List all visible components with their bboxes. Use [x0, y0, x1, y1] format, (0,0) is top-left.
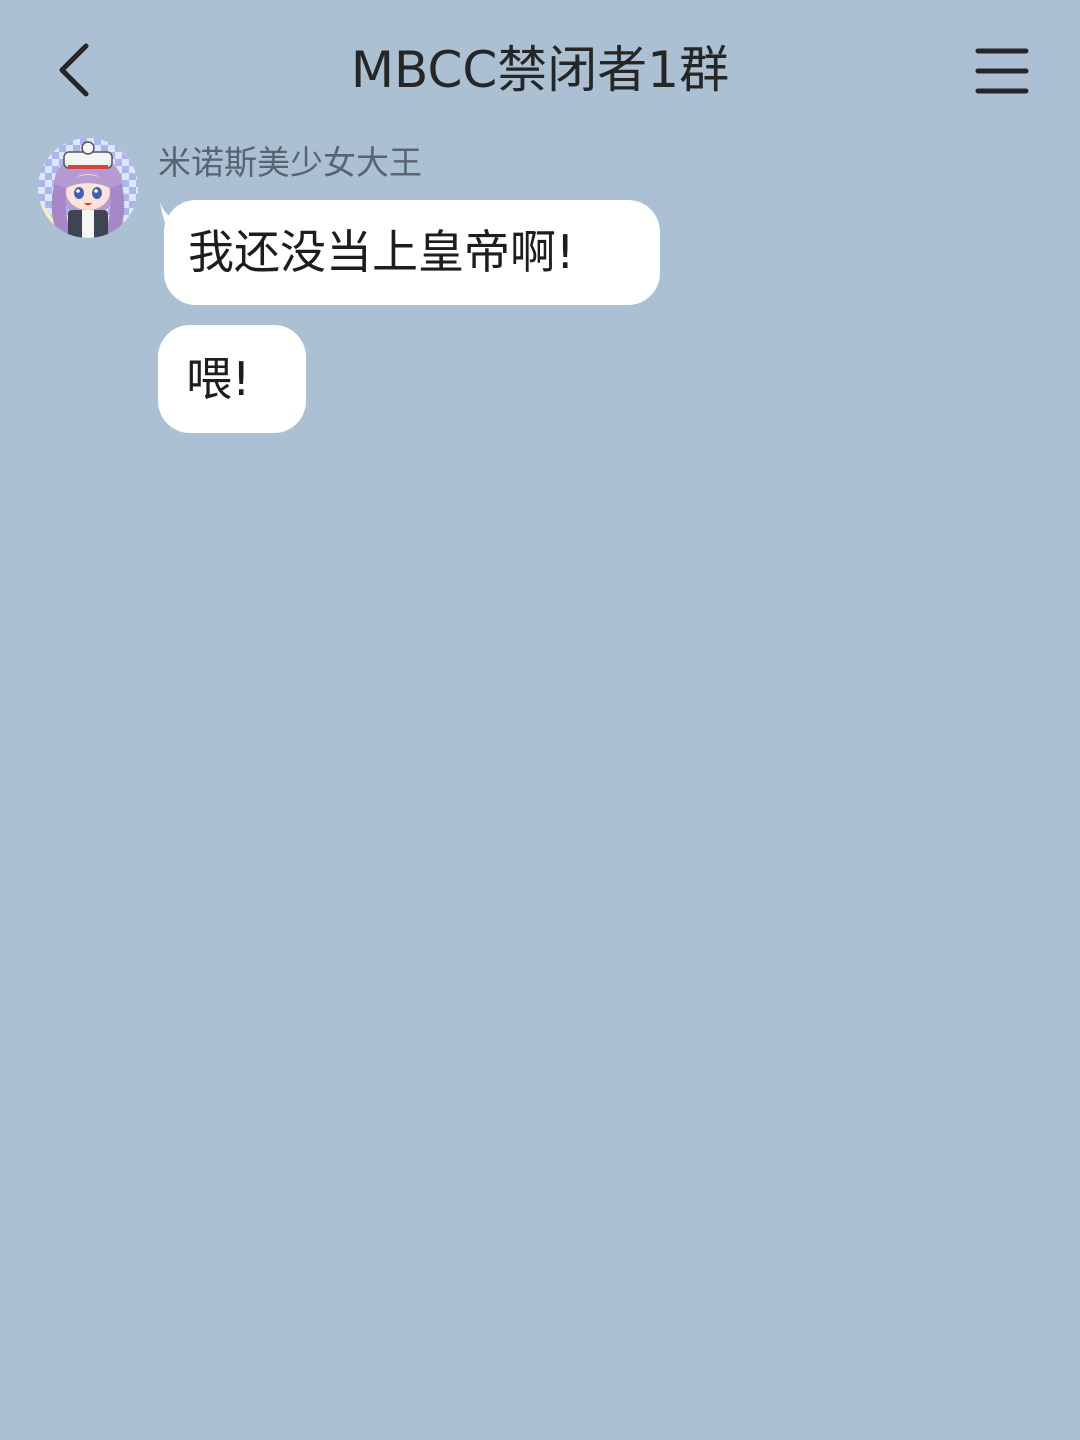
chevron-left-icon: [59, 43, 89, 97]
anime-girl-avatar: [38, 138, 138, 238]
message-bubble[interactable]: 我还没当上皇帝啊!: [164, 200, 660, 305]
chat-title: MBCC禁闭者1群: [350, 41, 730, 99]
menu-button[interactable]: [968, 40, 1036, 102]
back-button[interactable]: [44, 30, 108, 110]
chat-header: MBCC禁闭者1群: [0, 0, 1080, 140]
sender-name: 米诺斯美少女大王: [158, 143, 422, 182]
hamburger-menu-icon: [975, 48, 1029, 94]
message-bubble[interactable]: 喂!: [158, 325, 306, 433]
sender-avatar[interactable]: [38, 138, 138, 238]
